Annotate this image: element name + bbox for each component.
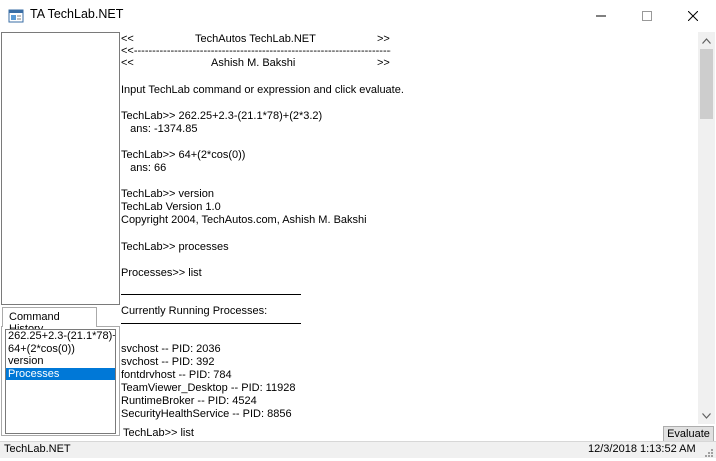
console-line: fontdrvhost -- PID: 784 — [121, 369, 232, 381]
scroll-up-button[interactable] — [698, 32, 715, 49]
console-line: Copyright 2004, TechAutos.com, Ashish M.… — [121, 214, 367, 226]
console-line: svchost -- PID: 2036 — [121, 343, 221, 355]
chevron-down-icon — [702, 412, 711, 419]
banner-left-marker: << — [121, 57, 134, 69]
left-panel — [1, 32, 120, 305]
maximize-icon — [642, 10, 652, 21]
console-line: TechLab>> 64+(2*cos(0)) — [121, 149, 246, 161]
console-output[interactable]: << TechAutos TechLab.NET >> <<----------… — [121, 32, 698, 424]
console-line: Currently Running Processes: — [121, 305, 268, 317]
minimize-button[interactable] — [578, 0, 624, 31]
console-line: TechLab>> processes — [121, 241, 229, 253]
console-separator — [121, 323, 301, 324]
command-input[interactable] — [121, 424, 661, 440]
banner-author: Ashish M. Bakshi — [211, 57, 296, 69]
history-item-selected[interactable]: Processes — [6, 367, 115, 380]
console-line: TechLab>> 262.25+2.3-(21.1*78)+(2*3.2) — [121, 110, 323, 122]
close-button[interactable] — [670, 0, 716, 31]
console-line: TeamViewer_Desktop -- PID: 11928 — [121, 382, 296, 394]
window-title: TA TechLab.NET — [30, 7, 124, 21]
console-line: ans: 66 — [121, 162, 167, 174]
maximize-button[interactable] — [624, 0, 670, 31]
scroll-down-button[interactable] — [698, 407, 715, 424]
minimize-icon — [596, 15, 606, 16]
console-line: TechLab>> version — [121, 188, 214, 200]
close-icon — [688, 10, 698, 21]
scroll-thumb[interactable] — [700, 49, 713, 119]
status-app-name: TechLab.NET — [4, 443, 71, 455]
history-item[interactable]: 262.25+2.3-(21.1*78)+ — [6, 330, 115, 343]
tab-command-history[interactable]: Command History — [2, 307, 97, 335]
console-line: ans: -1374.85 — [121, 123, 198, 135]
banner-right-marker: >> — [377, 57, 390, 69]
evaluate-button[interactable]: Evaluate — [663, 426, 714, 442]
app-icon[interactable] — [8, 8, 24, 24]
console-line: Input TechLab command or expression and … — [121, 84, 404, 96]
console-line: TechLab Version 1.0 — [121, 201, 221, 213]
status-datetime: 12/3/2018 1:13:52 AM — [588, 443, 696, 455]
command-history-list[interactable]: 262.25+2.3-(21.1*78)+ 64+(2*cos(0)) vers… — [5, 329, 116, 434]
chevron-up-icon — [702, 37, 711, 44]
console-line: svchost -- PID: 392 — [121, 356, 215, 368]
console-line: SecurityHealthService -- PID: 8856 — [121, 408, 292, 420]
console-line: Processes>> list — [121, 267, 202, 279]
history-item[interactable]: version — [6, 355, 115, 368]
console-separator — [121, 294, 301, 295]
history-item[interactable]: 64+(2*cos(0)) — [6, 343, 115, 356]
resize-grip-icon[interactable] — [704, 448, 714, 458]
console-line: RuntimeBroker -- PID: 4524 — [121, 395, 257, 407]
